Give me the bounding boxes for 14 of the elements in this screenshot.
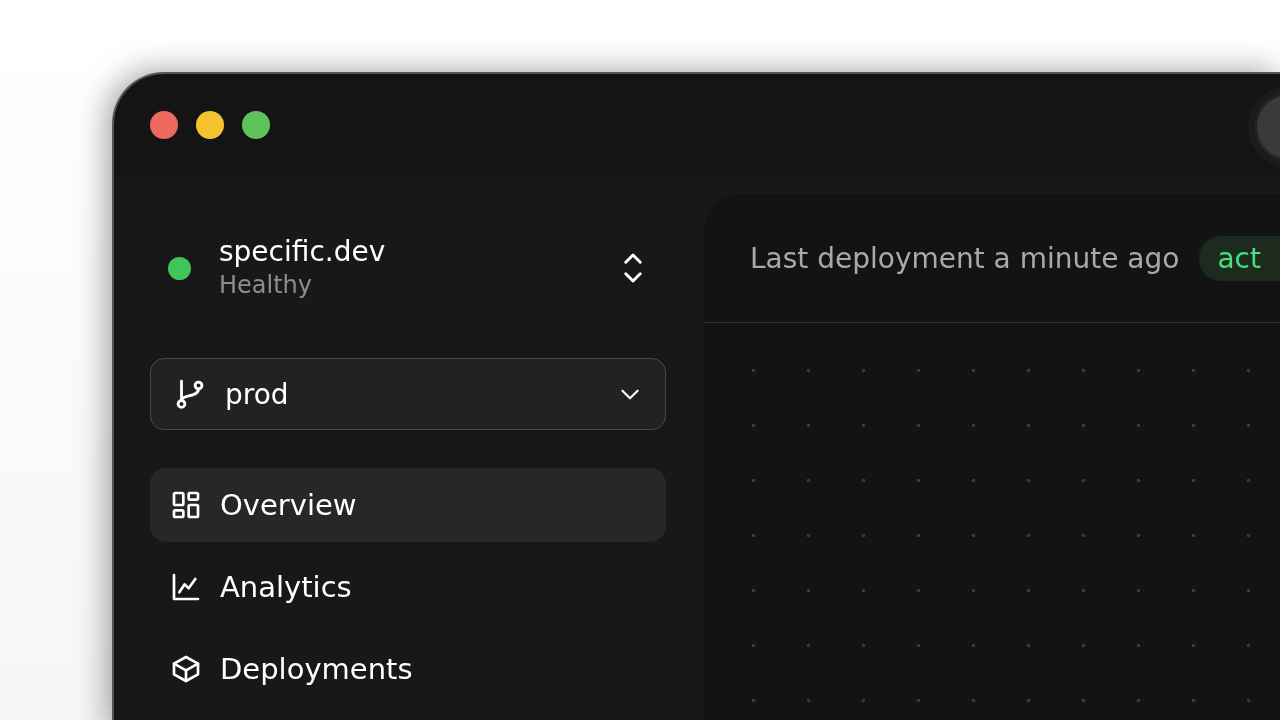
cube-icon: [170, 653, 202, 685]
window-control-button[interactable]: [242, 111, 270, 139]
nav-item[interactable]: Analytics: [150, 550, 666, 624]
branch-dropdown[interactable]: prod: [150, 358, 666, 430]
chart-icon: [170, 571, 202, 603]
project-name: specific.dev: [219, 235, 387, 269]
window-control-button[interactable]: [196, 111, 224, 139]
deployment-info: Last deployment a minute ago: [750, 241, 1180, 275]
nav-item[interactable]: Overview: [150, 468, 666, 542]
grid-icon: [170, 489, 202, 521]
project-status: Healthy: [219, 270, 313, 301]
window-control-button[interactable]: [150, 111, 178, 139]
nav-item[interactable]: Deployments: [150, 632, 666, 706]
status-badge: act: [1199, 235, 1280, 281]
